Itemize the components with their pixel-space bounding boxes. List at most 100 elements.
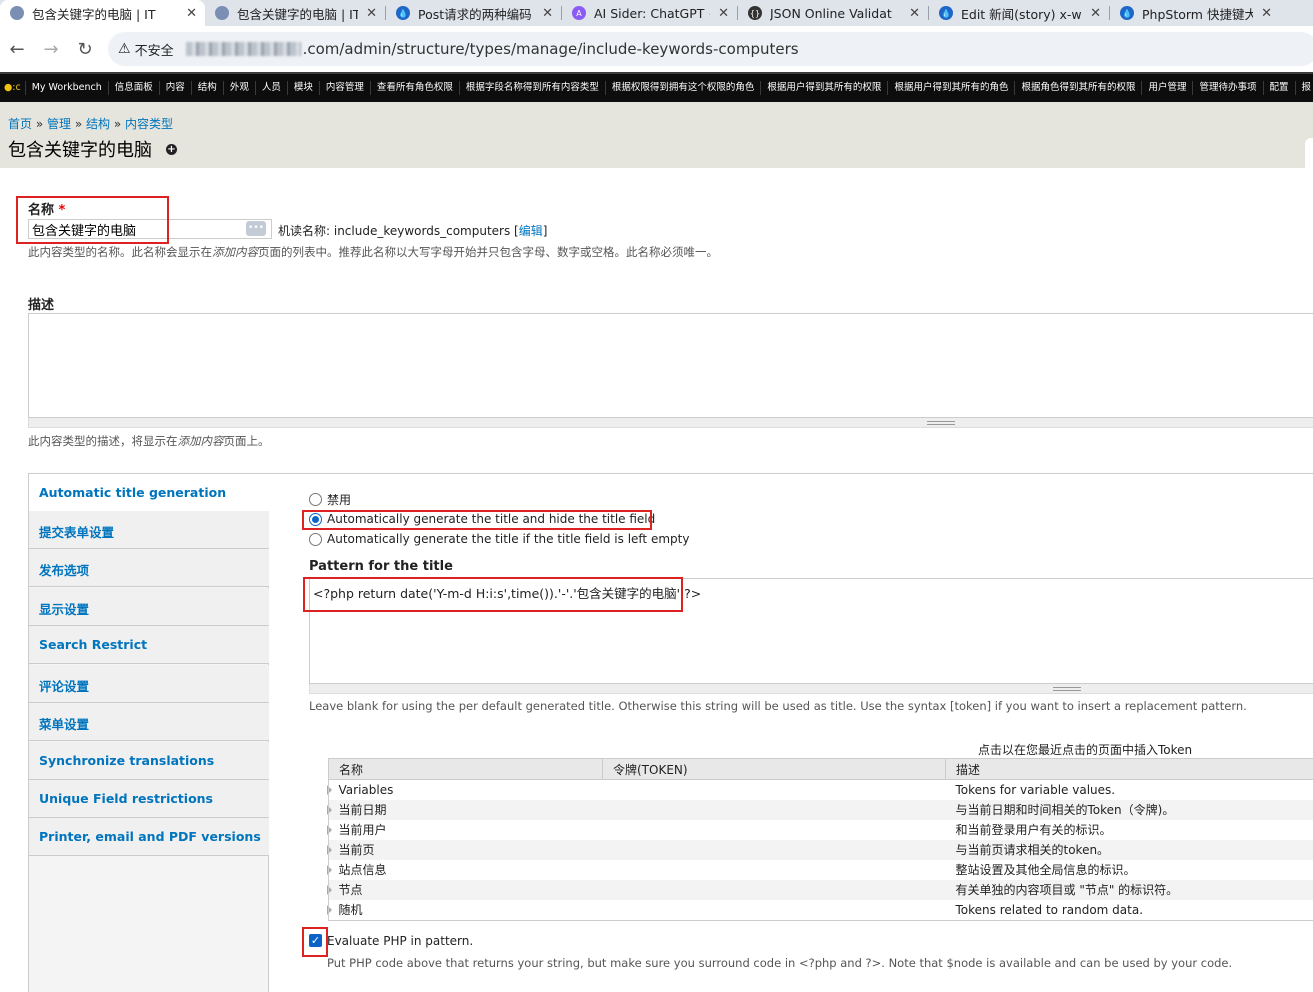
token-name-cell[interactable]: 节点 (326, 879, 603, 900)
vertical-tab-label[interactable]: Printer, email and PDF versions (39, 829, 261, 844)
token-row[interactable]: 节点 有关单独的内容项目或 "节点" 的标识符。 (326, 879, 1313, 900)
description-resize-grip[interactable] (28, 418, 1313, 428)
vertical-tab-label[interactable]: 提交表单设置 (39, 522, 114, 541)
add-shortcut-icon[interactable]: + (166, 144, 177, 155)
token-value-cell[interactable] (602, 779, 946, 800)
vertical-tab[interactable]: Automatic title generation (29, 474, 270, 512)
admin-menu-item[interactable]: My Workbench (26, 81, 109, 95)
close-icon[interactable]: ✕ (1090, 6, 1101, 21)
vertical-tab-label[interactable]: 菜单设置 (39, 714, 89, 733)
close-icon[interactable]: ✕ (909, 6, 920, 21)
admin-menu-item[interactable]: 外观 (224, 81, 256, 95)
vertical-tab-label[interactable]: Synchronize translations (39, 753, 214, 768)
token-name[interactable]: 节点 (339, 883, 363, 897)
admin-menu-item[interactable]: 根据字段名称得到所有内容类型 (460, 81, 606, 95)
admin-menu-item[interactable]: 管理待办事项 (1193, 81, 1264, 95)
admin-menu-item[interactable]: 根据用户得到其所有的角色 (888, 81, 1016, 95)
token-row[interactable]: 当前用户 和当前登录用户有关的标识。 (326, 819, 1313, 840)
close-icon[interactable]: ✕ (366, 6, 377, 21)
vertical-tab-label[interactable]: Automatic title generation (39, 485, 226, 500)
vertical-tab[interactable]: 显示设置 (29, 588, 269, 626)
token-name[interactable]: Variables (339, 783, 394, 797)
close-icon[interactable]: ✕ (1261, 6, 1272, 21)
vertical-tab[interactable]: 评论设置 (29, 665, 269, 703)
token-name-cell[interactable]: 随机 (326, 899, 603, 920)
token-row[interactable]: 随机 Tokens related to random data. (326, 899, 1313, 920)
vertical-tab-label[interactable]: 显示设置 (39, 599, 89, 618)
token-name[interactable]: 当前页 (339, 843, 375, 857)
vertical-tab-label[interactable]: 评论设置 (39, 676, 89, 695)
breadcrumb-link[interactable]: 结构 (86, 117, 110, 131)
token-name[interactable]: 站点信息 (339, 863, 387, 877)
vertical-tab-label[interactable]: 发布选项 (39, 560, 89, 579)
admin-menu-item[interactable]: 根据用户得到其所有的权限 (761, 81, 889, 95)
token-name-cell[interactable]: 当前日期 (326, 799, 603, 820)
browser-tab[interactable]: {} JSON Online Validat ✕ (738, 0, 928, 26)
admin-menu-item[interactable]: 配置 (1264, 81, 1296, 95)
token-name[interactable]: 随机 (339, 903, 363, 917)
admin-menu-item[interactable]: 根据权限得到拥有这个权限的角色 (606, 81, 762, 95)
machine-name-edit-link[interactable]: 编辑 (519, 224, 543, 238)
vertical-tab[interactable]: Printer, email and PDF versions (29, 818, 269, 856)
admin-menu-item[interactable]: 信息面板 (109, 81, 160, 95)
insecure-label[interactable]: 不安全 (135, 40, 174, 59)
vertical-tab[interactable]: 菜单设置 (29, 703, 269, 741)
admin-menu-item[interactable]: 报 (1296, 81, 1313, 95)
browser-tab[interactable]: 💧 PhpStorm 快捷键大全 ✕ (1110, 0, 1280, 26)
back-icon[interactable]: ← (0, 39, 34, 60)
more-dots-icon[interactable]: ••• (246, 221, 266, 236)
admin-menu-item[interactable]: 内容 (160, 81, 192, 95)
radio-label[interactable]: 禁用 (327, 491, 351, 508)
browser-tab[interactable]: 💧 Edit 新闻(story) x-w ✕ (929, 0, 1109, 26)
token-value-cell[interactable] (602, 819, 946, 840)
token-name[interactable]: 当前用户 (339, 823, 387, 837)
admin-menu-item[interactable]: 结构 (192, 81, 224, 95)
browser-tab[interactable]: 包含关键字的电脑 | IT ✕ (205, 0, 385, 26)
close-icon[interactable]: ✕ (186, 6, 197, 21)
breadcrumb-link[interactable]: 首页 (8, 117, 32, 131)
vertical-tab-label[interactable]: Search Restrict (39, 637, 147, 652)
close-icon[interactable]: ✕ (718, 6, 729, 21)
reload-icon[interactable]: ↻ (68, 39, 102, 60)
token-value-cell[interactable] (602, 899, 946, 920)
breadcrumb-link[interactable]: 管理 (47, 117, 71, 131)
vertical-tab-label[interactable]: Unique Field restrictions (39, 791, 213, 806)
token-value-cell[interactable] (602, 799, 946, 820)
token-row[interactable]: 当前日期 与当前日期和时间相关的Token（令牌)。 (326, 799, 1313, 820)
token-name[interactable]: 当前日期 (339, 803, 387, 817)
radio-button[interactable] (309, 532, 322, 546)
admin-menu-item[interactable]: 查看所有角色权限 (371, 81, 460, 95)
url-text[interactable]: .com/admin/structure/types/manage/includ… (303, 40, 799, 58)
admin-menu-item[interactable]: 内容管理 (320, 81, 371, 95)
radio-label[interactable]: Automatically generate the title if the … (327, 532, 689, 546)
description-textarea[interactable] (28, 313, 1313, 418)
vertical-tab[interactable]: 发布选项 (29, 549, 269, 587)
token-name-cell[interactable]: 站点信息 (326, 859, 603, 880)
token-name-cell[interactable]: 当前用户 (326, 819, 603, 840)
admin-menu-item[interactable]: 根据角色得到其所有的权限 (1015, 81, 1143, 95)
admin-menu-item[interactable]: 人员 (256, 81, 288, 95)
vertical-tab[interactable]: Search Restrict (29, 626, 269, 664)
token-row[interactable]: 站点信息 整站设置及其他全局信息的标识。 (326, 859, 1313, 880)
token-name-cell[interactable]: 当前页 (326, 839, 603, 860)
token-value-cell[interactable] (602, 879, 946, 900)
token-row[interactable]: 当前页 与当前页请求相关的token。 (326, 839, 1313, 860)
browser-tab[interactable]: 包含关键字的电脑 | IT ✕ (0, 0, 205, 26)
vertical-tab[interactable]: Unique Field restrictions (29, 780, 269, 818)
vertical-tab[interactable]: Synchronize translations (29, 742, 269, 780)
browser-tab[interactable]: A AI Sider: ChatGPT + ✕ (562, 0, 737, 26)
forward-icon[interactable]: → (34, 39, 68, 60)
admin-menu-item[interactable]: 模块 (288, 81, 320, 95)
browser-tab[interactable]: 💧 Post请求的两种编码 ✕ (386, 0, 561, 26)
token-name-cell[interactable]: Variables (326, 779, 603, 800)
radio-button[interactable] (309, 493, 322, 506)
address-bar[interactable]: ⚠ 不安全 .com/admin/structure/types/manage/… (108, 32, 1313, 66)
token-row[interactable]: Variables Tokens for variable values. (326, 779, 1313, 800)
auto-title-option[interactable]: 禁用 (309, 491, 351, 508)
breadcrumb-link[interactable]: 内容类型 (125, 117, 173, 131)
auto-title-option[interactable]: Automatically generate the title if the … (309, 532, 689, 546)
token-value-cell[interactable] (602, 859, 946, 880)
admin-menu-item[interactable]: 用户管理 (1142, 81, 1194, 95)
evaluate-php-label[interactable]: Evaluate PHP in pattern. (327, 934, 473, 948)
vertical-tab[interactable]: 提交表单设置 (29, 511, 269, 549)
